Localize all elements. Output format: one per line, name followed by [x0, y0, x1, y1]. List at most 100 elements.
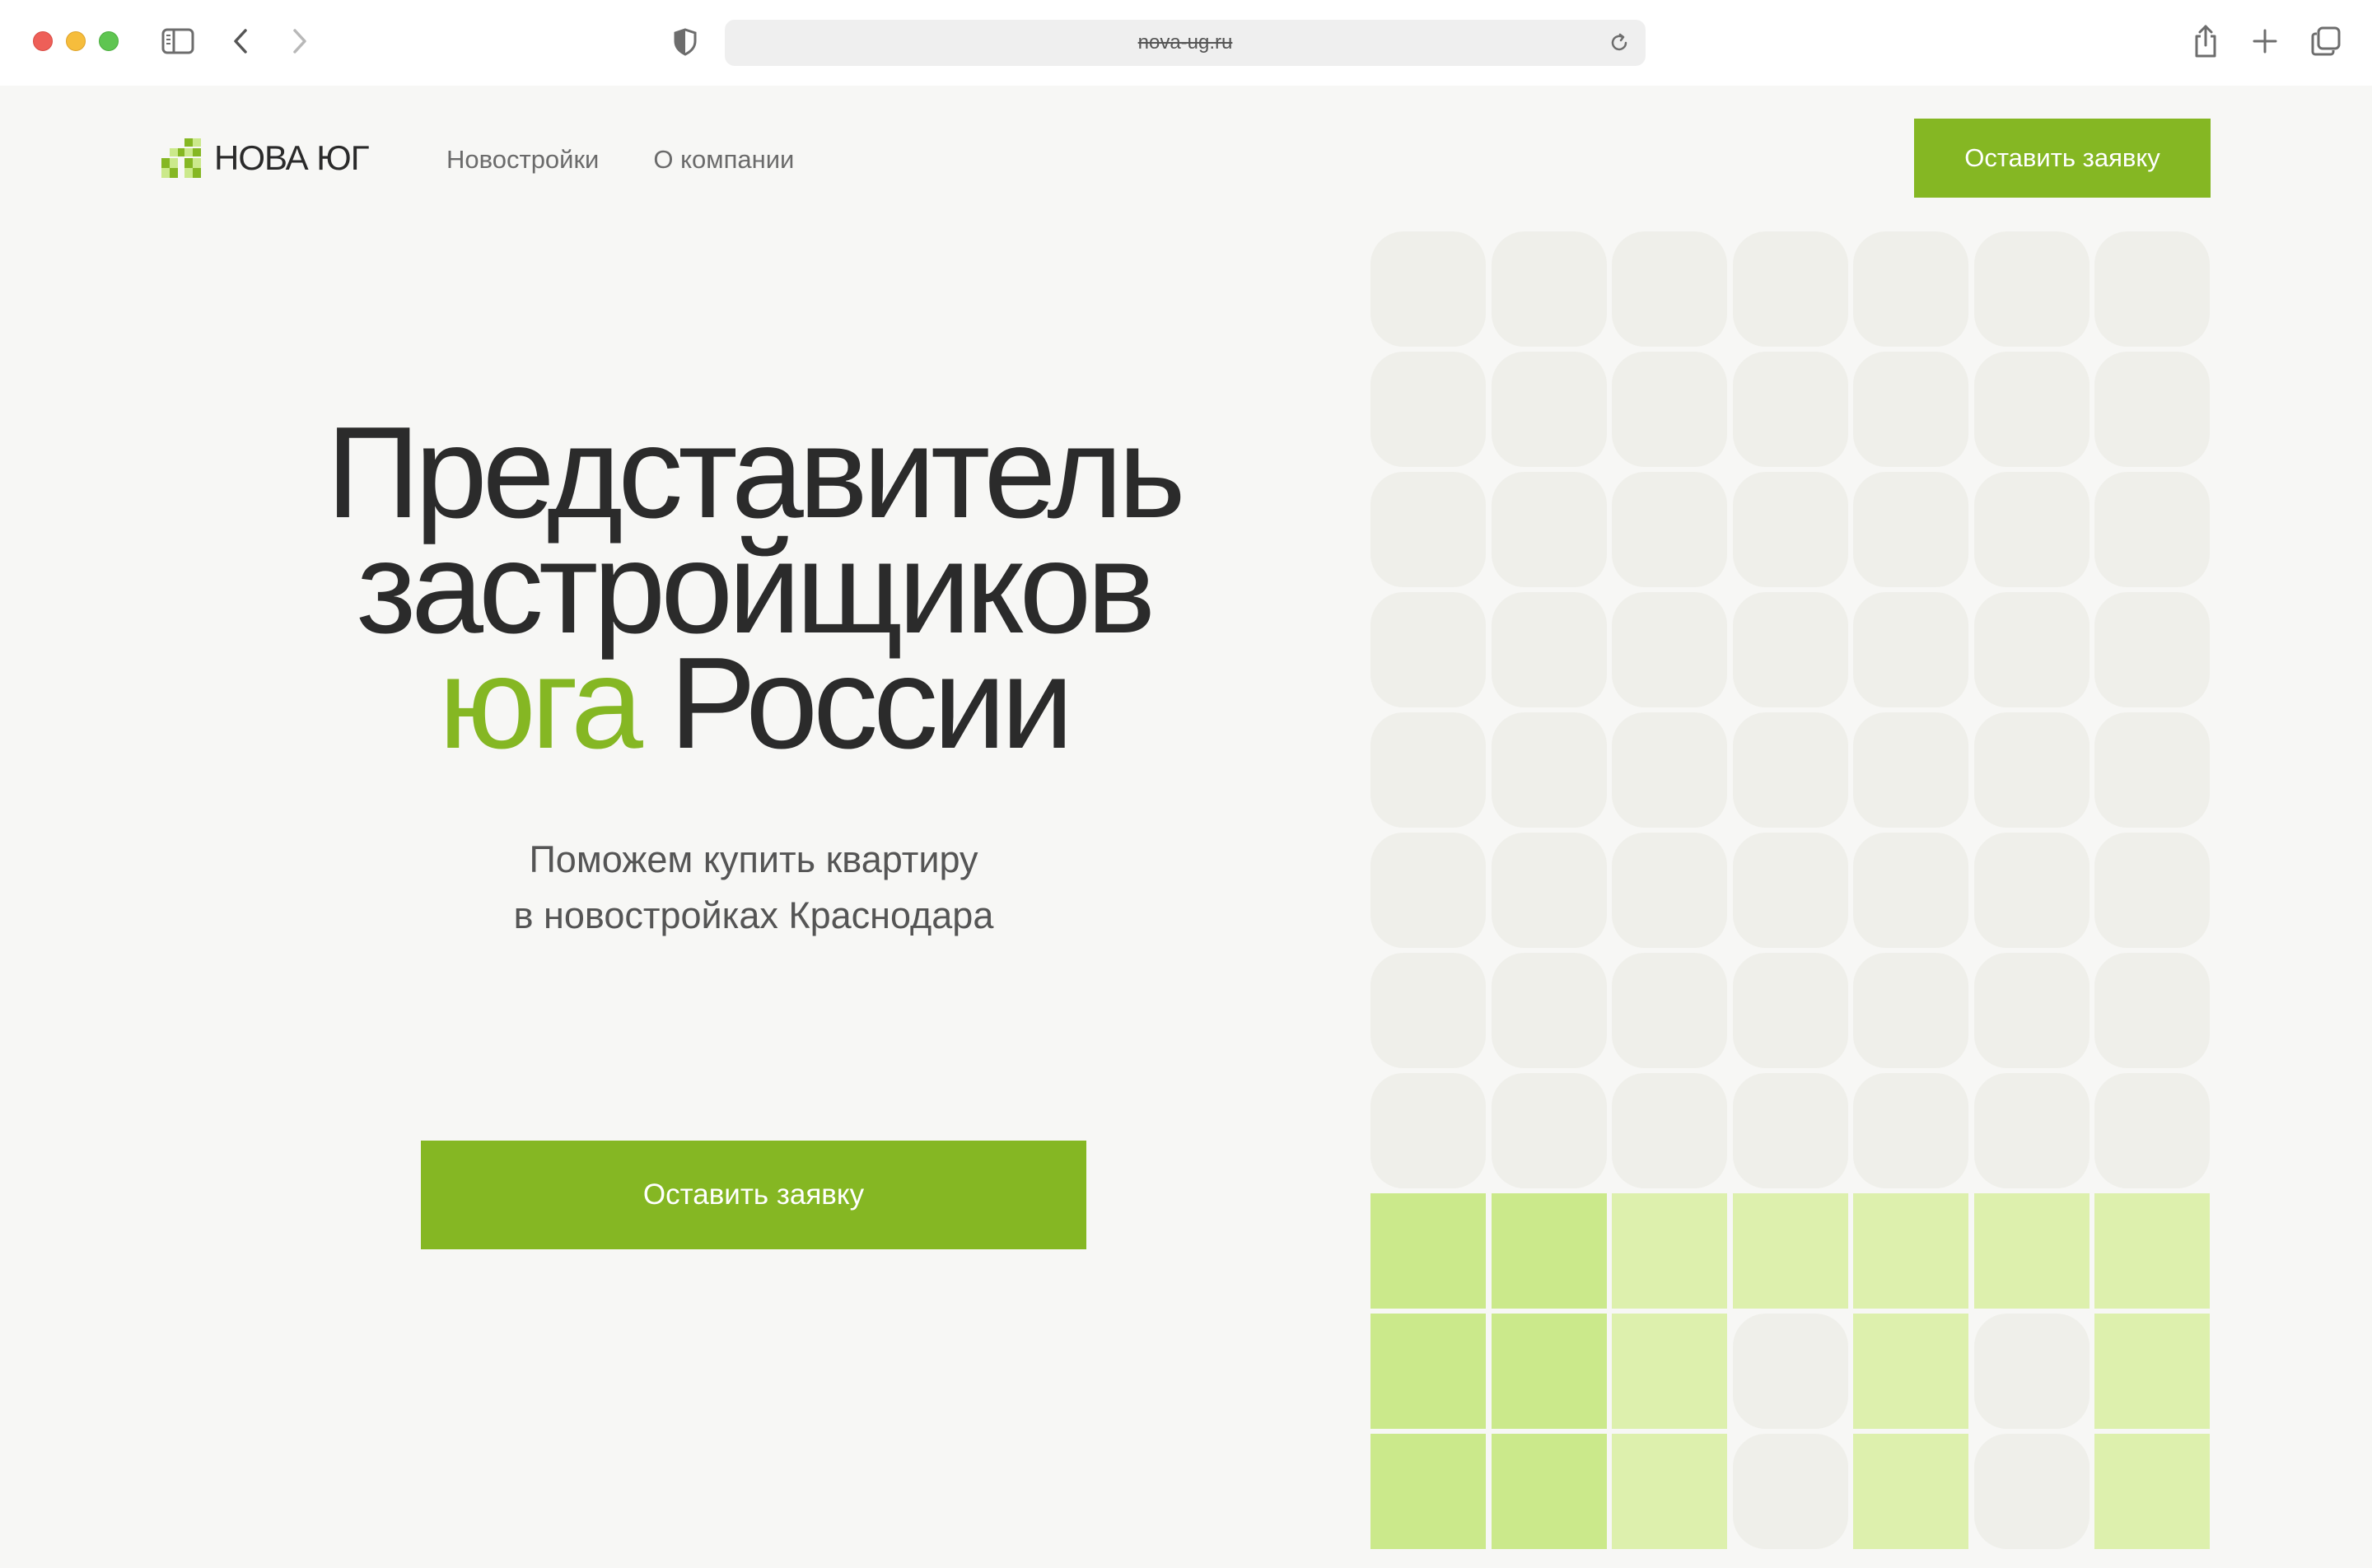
- tile-empty: [1973, 712, 2090, 828]
- tile-empty: [1491, 592, 1607, 707]
- tile-green: [1853, 1434, 1968, 1549]
- tile-empty: [1491, 1073, 1607, 1188]
- tile-empty: [1973, 352, 2090, 467]
- tile-empty: [1732, 1314, 1848, 1429]
- tile-empty: [1853, 231, 1968, 347]
- tile-empty: [1491, 833, 1607, 948]
- tile-empty: [1973, 592, 2090, 707]
- tile-green: [1491, 1193, 1607, 1309]
- header-request-button[interactable]: Оставить заявку: [1914, 119, 2211, 198]
- tile-empty: [1370, 953, 1486, 1068]
- tile-empty: [2094, 231, 2210, 347]
- tile-empty: [1491, 472, 1607, 587]
- tile-empty: [1491, 231, 1607, 347]
- tile-empty: [1732, 1073, 1848, 1188]
- close-window-button[interactable]: [33, 31, 53, 51]
- tile-empty: [1853, 1073, 1968, 1188]
- hero-subtitle-line2: в новостройках Краснодара: [513, 894, 994, 936]
- logo[interactable]: НОВА ЮГ: [161, 138, 369, 178]
- tile-empty: [1853, 953, 1968, 1068]
- page-content: НОВА ЮГ Новостройки О компании Оставить …: [0, 86, 2372, 1568]
- tile-empty: [1732, 953, 1848, 1068]
- hero-request-button[interactable]: Оставить заявку: [421, 1141, 1086, 1249]
- tile-green: [1370, 1434, 1486, 1549]
- tile-green: [1732, 1193, 1848, 1309]
- tile-empty: [2094, 1073, 2210, 1188]
- logo-mark-icon: [161, 138, 201, 178]
- tile-empty: [1370, 833, 1486, 948]
- decorative-tile-grid: [1370, 231, 2211, 1549]
- tile-empty: [1732, 1434, 1848, 1549]
- url-text: nova-ug.ru: [1137, 31, 1233, 54]
- tile-empty: [1612, 1073, 1727, 1188]
- tile-green: [2094, 1314, 2210, 1429]
- tile-empty: [1732, 231, 1848, 347]
- tile-green: [1370, 1193, 1486, 1309]
- hero-title-line3: России: [669, 631, 1074, 776]
- tile-green: [1853, 1193, 1968, 1309]
- tile-empty: [2094, 352, 2210, 467]
- minimize-window-button[interactable]: [66, 31, 86, 51]
- tile-empty: [1370, 472, 1486, 587]
- tile-empty: [1370, 231, 1486, 347]
- tile-empty: [1370, 592, 1486, 707]
- tile-empty: [1612, 953, 1727, 1068]
- reload-icon[interactable]: [1606, 30, 1632, 56]
- tile-empty: [1612, 833, 1727, 948]
- tile-empty: [1732, 712, 1848, 828]
- tile-empty: [1853, 833, 1968, 948]
- tile-empty: [1732, 352, 1848, 467]
- browser-toolbar: nova-ug.ru: [0, 0, 2372, 86]
- tile-empty: [2094, 592, 2210, 707]
- tile-empty: [1491, 352, 1607, 467]
- tile-green: [1491, 1314, 1607, 1429]
- tab-overview-icon[interactable]: [2308, 23, 2344, 59]
- zoom-window-button[interactable]: [99, 31, 119, 51]
- tile-empty: [1853, 352, 1968, 467]
- address-bar[interactable]: nova-ug.ru: [725, 20, 1646, 66]
- tile-empty: [1370, 712, 1486, 828]
- tile-empty: [2094, 472, 2210, 587]
- tile-empty: [1612, 592, 1727, 707]
- tile-green: [2094, 1193, 2210, 1309]
- new-tab-icon[interactable]: [2248, 23, 2281, 59]
- tile-empty: [1612, 472, 1727, 587]
- sidebar-toggle-icon[interactable]: [158, 25, 198, 58]
- tile-empty: [1973, 231, 2090, 347]
- tile-empty: [2094, 833, 2210, 948]
- main-nav: Новостройки О компании: [446, 145, 794, 175]
- hero-title: Представитель застройщиков юга России: [247, 408, 1260, 768]
- forward-icon[interactable]: [283, 23, 316, 59]
- tile-empty: [2094, 953, 2210, 1068]
- tile-empty: [1973, 1434, 2090, 1549]
- tile-green: [1973, 1193, 2090, 1309]
- tile-empty: [1491, 953, 1607, 1068]
- tile-empty: [1732, 472, 1848, 587]
- tile-green: [1612, 1434, 1727, 1549]
- tile-empty: [1853, 712, 1968, 828]
- back-icon[interactable]: [224, 23, 257, 59]
- nav-link-new-buildings[interactable]: Новостройки: [446, 145, 599, 175]
- hero-subtitle: Поможем купить квартиру в новостройках К…: [247, 832, 1260, 944]
- tile-green: [2094, 1434, 2210, 1549]
- tile-empty: [1973, 833, 2090, 948]
- tile-green: [1491, 1434, 1607, 1549]
- tile-green: [1853, 1314, 1968, 1429]
- tile-green: [1370, 1314, 1486, 1429]
- hero-subtitle-line1: Поможем купить квартиру: [529, 838, 978, 880]
- nav-link-about[interactable]: О компании: [653, 145, 794, 175]
- tile-empty: [1491, 712, 1607, 828]
- tile-empty: [1612, 352, 1727, 467]
- hero-title-accent: юга: [438, 631, 643, 776]
- logo-text: НОВА ЮГ: [214, 138, 369, 177]
- share-icon[interactable]: [2189, 21, 2222, 61]
- tile-empty: [1732, 833, 1848, 948]
- tile-green: [1612, 1314, 1727, 1429]
- privacy-shield-icon[interactable]: [669, 25, 702, 59]
- tile-empty: [1973, 953, 2090, 1068]
- tile-empty: [1973, 1073, 2090, 1188]
- tile-empty: [1853, 592, 1968, 707]
- tile-empty: [1973, 1314, 2090, 1429]
- tile-empty: [1973, 472, 2090, 587]
- tile-empty: [1370, 1073, 1486, 1188]
